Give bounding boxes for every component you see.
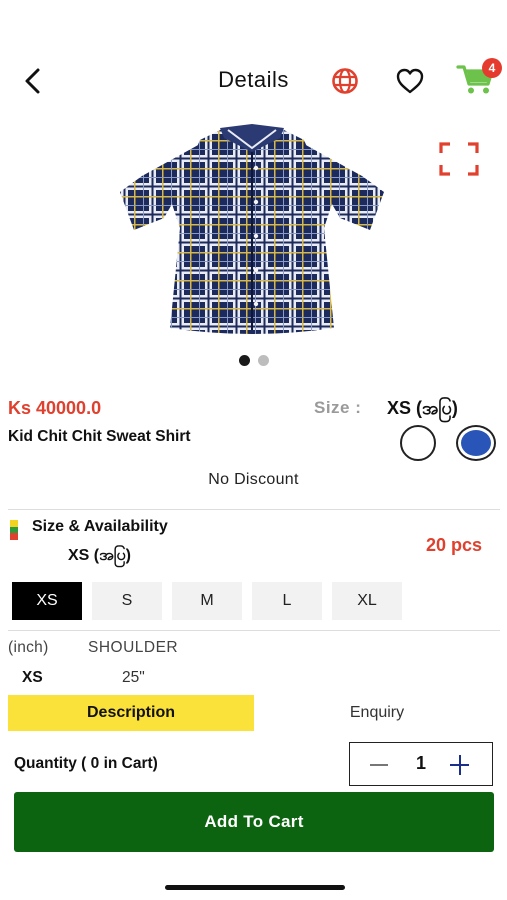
measurement-unit: (inch)	[8, 639, 49, 656]
plaid-shirt-image	[120, 124, 384, 334]
fullscreen-button[interactable]	[438, 141, 480, 177]
pagination-dot[interactable]	[238, 355, 250, 366]
selected-color-fill	[461, 430, 491, 456]
expand-icon	[439, 142, 479, 176]
heart-icon	[396, 68, 424, 94]
wishlist-button[interactable]	[394, 66, 426, 96]
language-button[interactable]	[330, 66, 360, 96]
globe-icon	[332, 68, 358, 94]
quantity-label: Quantity ( 0 in Cart)	[14, 755, 158, 772]
product-image[interactable]	[112, 118, 392, 348]
color-swatch-blue[interactable]	[456, 425, 496, 461]
color-swatch-white[interactable]	[400, 425, 436, 461]
measurement-row-size: XS	[22, 669, 43, 686]
size-chip-l[interactable]: L	[252, 582, 322, 620]
size-chip-xs[interactable]: XS	[12, 582, 82, 620]
discount-text: No Discount	[208, 471, 299, 488]
quantity-stepper: 1	[349, 742, 493, 786]
size-label: Size :	[314, 398, 362, 417]
image-pagination	[0, 355, 507, 367]
selected-size: XS (အပြ)	[387, 398, 458, 418]
product-name: Kid Chit Chit Sweat Shirt	[8, 428, 191, 445]
stock-count: 20 pcs	[426, 535, 483, 555]
size-chip-s[interactable]: S	[92, 582, 162, 620]
measurement-row-value: 25"	[122, 669, 145, 686]
quantity-value: 1	[415, 753, 426, 773]
tab-enquiry[interactable]: Enquiry	[254, 695, 500, 731]
pagination-dot[interactable]	[257, 355, 269, 366]
product-price: Ks 40000.0	[8, 398, 102, 418]
plus-icon-vertical	[458, 755, 461, 775]
size-chip-m[interactable]: M	[172, 582, 242, 620]
add-to-cart-button[interactable]: Add To Cart	[14, 792, 494, 852]
cart-count-badge: 4	[482, 58, 502, 78]
availability-color-bar	[10, 520, 18, 541]
divider	[8, 509, 500, 510]
availability-size: XS (အပြ)	[68, 547, 131, 564]
home-indicator[interactable]	[165, 885, 345, 890]
minus-icon	[370, 764, 388, 766]
measurement-column-header: SHOULDER	[88, 639, 179, 656]
size-chip-xl[interactable]: XL	[332, 582, 402, 620]
tab-description[interactable]: Description	[8, 695, 254, 731]
size-selector: XS S M L XL	[12, 582, 402, 620]
availability-title: Size & Availability	[32, 518, 168, 535]
divider	[8, 630, 500, 631]
page-title: Details	[218, 67, 289, 92]
